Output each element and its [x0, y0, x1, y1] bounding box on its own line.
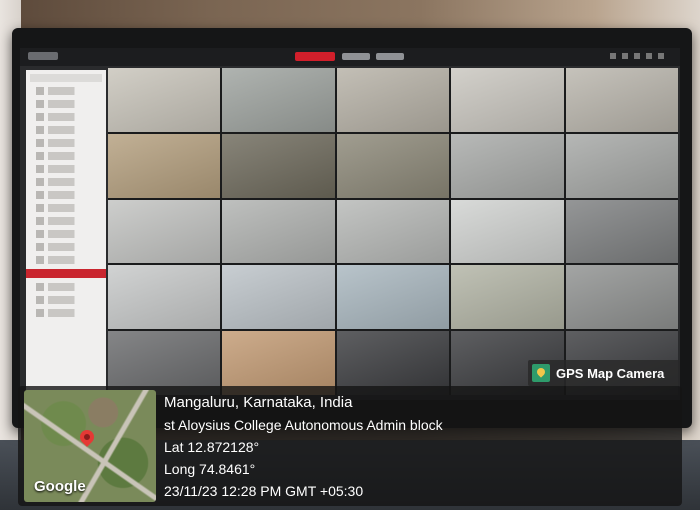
sidebar-item[interactable] — [36, 165, 100, 173]
location-datetime: 23/11/23 12:28 PM GMT +05:30 — [164, 483, 364, 499]
sidebar-item[interactable] — [36, 126, 100, 134]
sidebar-item[interactable] — [36, 152, 100, 160]
camera-feed-tile[interactable] — [336, 265, 450, 330]
camera-feed-tile[interactable] — [108, 199, 221, 264]
sidebar-item[interactable] — [36, 100, 100, 108]
camera-feed-tile[interactable] — [336, 199, 450, 264]
camera-feed-tile[interactable] — [222, 199, 335, 264]
sidebar-item[interactable] — [36, 283, 100, 291]
gps-app-icon — [532, 364, 550, 382]
tab-live-view[interactable] — [295, 52, 335, 61]
camera-feed-tile[interactable] — [451, 199, 564, 264]
sidebar-item[interactable] — [36, 243, 100, 251]
camera-feed-tile[interactable] — [222, 68, 335, 132]
camera-feed-tile[interactable] — [565, 265, 678, 330]
camera-feed-tile[interactable] — [451, 133, 564, 198]
tab-config[interactable] — [376, 53, 404, 60]
sidebar-item[interactable] — [36, 230, 100, 238]
sidebar-item[interactable] — [36, 139, 100, 147]
camera-feed-tile[interactable] — [222, 133, 335, 198]
nvr-top-bar — [20, 48, 680, 66]
gps-badge-label: GPS Map Camera — [556, 365, 665, 381]
camera-feed-tile[interactable] — [222, 265, 335, 330]
sidebar-item[interactable] — [36, 113, 100, 121]
sidebar-item-selected[interactable] — [26, 269, 106, 278]
sidebar-item[interactable] — [36, 204, 100, 212]
camera-feed-tile[interactable] — [565, 133, 678, 198]
nvr-logo — [28, 52, 58, 60]
location-longitude: Long 74.8461° — [164, 461, 256, 477]
location-info: Mangaluru, Karnataka, India st Aloysius … — [164, 392, 664, 502]
sidebar-item[interactable] — [36, 309, 100, 317]
nvr-screen — [20, 48, 680, 400]
camera-search-input[interactable] — [30, 74, 102, 82]
camera-grid — [108, 68, 678, 395]
tab-playback[interactable] — [342, 53, 370, 60]
camera-feed-tile[interactable] — [108, 133, 221, 198]
camera-feed-tile[interactable] — [565, 68, 678, 132]
location-place: Mangaluru, Karnataka, India — [164, 394, 353, 411]
camera-feed-tile[interactable] — [565, 199, 678, 264]
sidebar-item[interactable] — [36, 87, 100, 95]
camera-feed-tile[interactable] — [108, 68, 221, 132]
sidebar-item[interactable] — [36, 296, 100, 304]
sidebar-item[interactable] — [36, 178, 100, 186]
camera-feed-tile[interactable] — [336, 133, 450, 198]
window-controls[interactable] — [610, 53, 670, 59]
sidebar-item[interactable] — [36, 191, 100, 199]
camera-feed-tile[interactable] — [108, 265, 221, 330]
gps-map-camera-badge: GPS Map Camera — [528, 360, 680, 386]
location-address: st Aloysius College Autonomous Admin blo… — [164, 417, 443, 433]
camera-feed-tile[interactable] — [451, 68, 564, 132]
camera-feed-tile[interactable] — [336, 68, 450, 132]
camera-list-sidebar — [26, 70, 106, 395]
map-attribution: Google — [34, 478, 86, 495]
sidebar-item[interactable] — [36, 256, 100, 264]
camera-feed-tile[interactable] — [451, 265, 564, 330]
location-latitude: Lat 12.872128° — [164, 439, 260, 455]
sidebar-item[interactable] — [36, 217, 100, 225]
